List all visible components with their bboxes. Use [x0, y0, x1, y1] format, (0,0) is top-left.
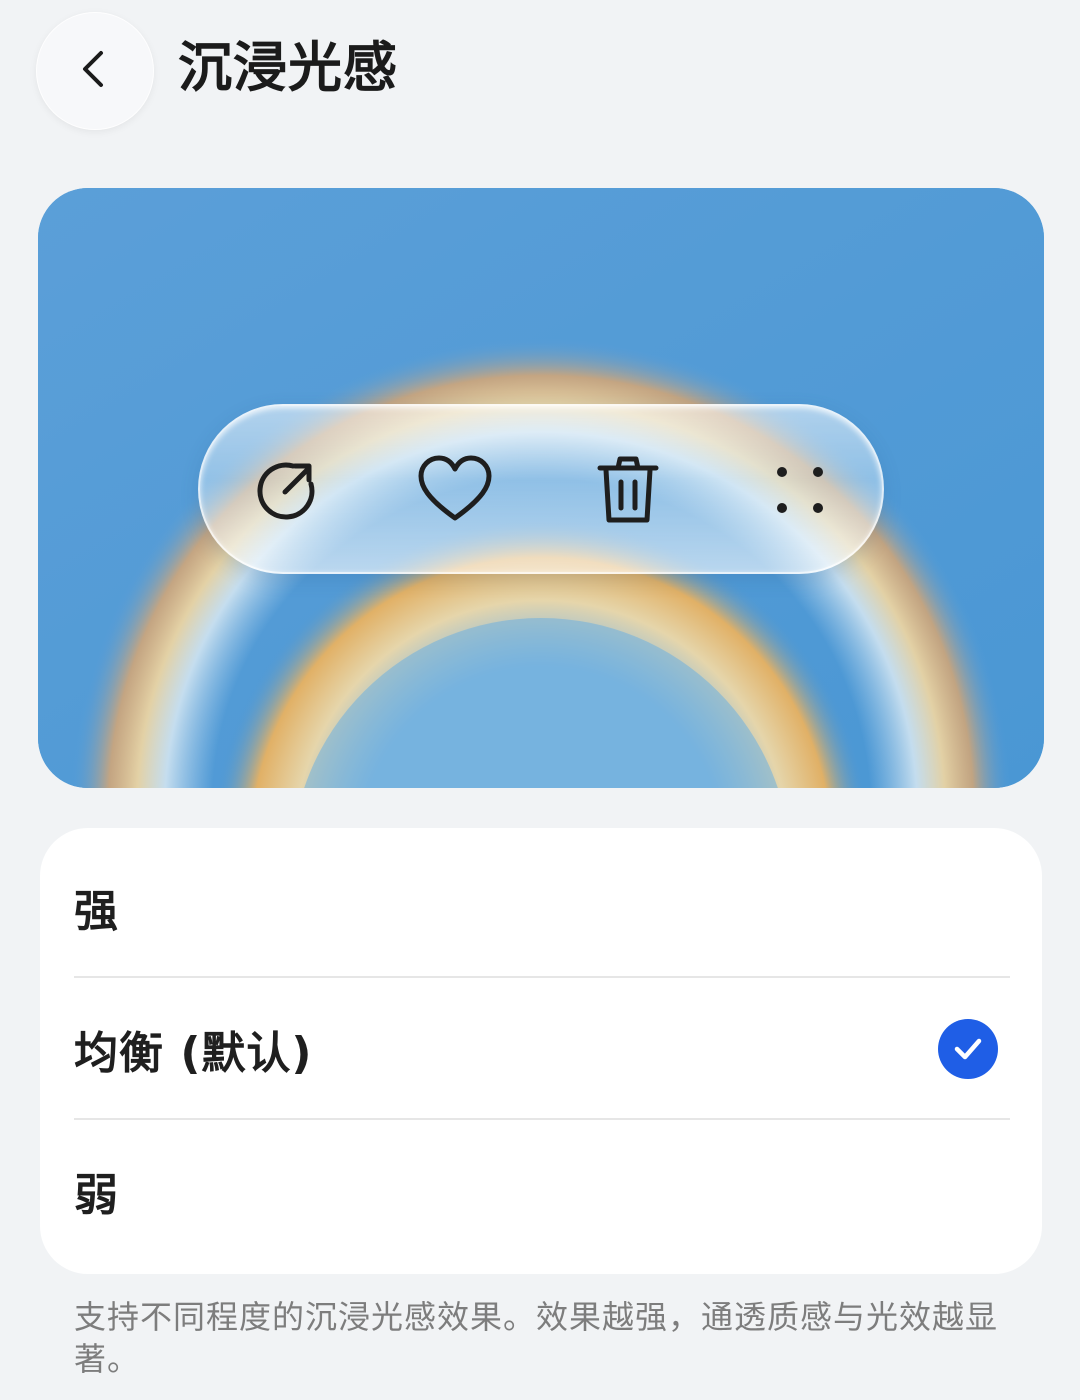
- more-dots-icon: [770, 460, 830, 524]
- option-label: 均衡 (默认): [74, 1028, 313, 1079]
- page-title: 沉浸光感: [178, 36, 398, 99]
- option-balanced[interactable]: 均衡 (默认): [40, 978, 1042, 1120]
- option-label: 弱: [74, 1170, 119, 1221]
- intensity-options: 强 均衡 (默认) 弱: [40, 828, 1042, 1274]
- back-button[interactable]: [36, 12, 154, 130]
- delete-button[interactable]: [588, 452, 668, 532]
- floating-toolbar: [198, 404, 884, 574]
- description-text: 支持不同程度的沉浸光感效果。效果越强，通透质感与光效越显著。: [74, 1298, 999, 1378]
- favorite-button[interactable]: [415, 452, 495, 532]
- chevron-left-icon: [73, 47, 117, 95]
- share-icon: [249, 454, 321, 530]
- option-weak[interactable]: 弱: [40, 1120, 1042, 1262]
- preview-image: [38, 188, 1044, 788]
- checkmark-icon: [938, 1019, 998, 1079]
- trash-icon: [596, 454, 660, 530]
- share-button[interactable]: [245, 452, 325, 532]
- option-label: 强: [74, 886, 119, 937]
- more-button[interactable]: [760, 452, 840, 532]
- option-strong[interactable]: 强: [40, 836, 1042, 978]
- header: 沉浸光感: [0, 0, 1080, 150]
- heart-icon: [417, 454, 493, 530]
